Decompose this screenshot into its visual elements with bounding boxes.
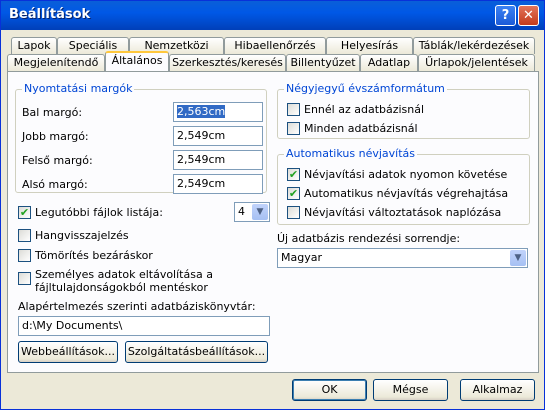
ok-button[interactable]: OK — [292, 379, 367, 401]
left-margin-label: Bal margó: — [22, 106, 83, 119]
perform-name-autocorrect-label: Automatikus névjavítás végrehajtása — [304, 187, 509, 200]
perform-name-autocorrect-checkbox[interactable]: ✔ — [287, 187, 300, 200]
recent-files-count-select[interactable]: 4 ▼ — [234, 202, 270, 222]
remove-personal-info-label-line2: fájltulajdonságokból mentéskor — [35, 281, 208, 294]
help-icon[interactable]: ? — [495, 5, 516, 26]
chevron-down-icon[interactable]: ▼ — [252, 204, 268, 220]
chevron-down-icon[interactable]: ▼ — [510, 250, 526, 266]
name-autocorrect-title: Automatikus névjavítás — [284, 147, 417, 160]
log-name-autocorrect-label: Névjavítási változtatások naplózása — [304, 206, 502, 219]
tab-panel-general: Nyomtatási margók Bal margó: 2,563cm Job… — [7, 71, 539, 373]
sort-order-value: Magyar — [281, 251, 322, 264]
tab-hibaellenorzes[interactable]: Hibaellenőrzés — [224, 37, 326, 54]
print-margins-title: Nyomtatási margók — [22, 82, 135, 95]
all-databases-checkbox[interactable] — [287, 122, 300, 135]
window-title: Beállítások — [9, 7, 91, 22]
feedback-label: Hangvisszajelzés — [35, 229, 129, 242]
recent-files-checkbox[interactable]: ✔ — [18, 206, 31, 219]
top-margin-input[interactable]: 2,549cm — [173, 150, 263, 170]
sort-order-label: Új adatbázis rendezési sorrendje: — [277, 232, 461, 245]
track-name-autocorrect-label: Névjavítási adatok nyomon követése — [304, 168, 508, 181]
web-options-button[interactable]: Webbeállítások... — [18, 341, 118, 363]
compact-on-close-checkbox[interactable] — [18, 249, 31, 262]
log-name-autocorrect-checkbox[interactable] — [287, 206, 300, 219]
tab-lapok[interactable]: Lapok — [11, 37, 57, 54]
tab-adatlap[interactable]: Adatlap — [360, 54, 418, 71]
dialog-client: Lapok Speciális Nemzetközi Hibaellenőrzé… — [1, 30, 544, 409]
track-name-autocorrect-checkbox[interactable]: ✔ — [287, 168, 300, 181]
tab-billentyuzet[interactable]: Billentyűzet — [286, 54, 360, 71]
bottom-margin-label: Alsó margó: — [22, 178, 88, 191]
remove-personal-info-checkbox[interactable] — [18, 272, 31, 285]
feedback-checkbox[interactable] — [18, 229, 31, 242]
tab-urlapok-jelentesek[interactable]: Űrlapok/jelentések — [418, 54, 535, 71]
cancel-button[interactable]: Mégse — [373, 379, 448, 401]
recent-files-label: Legutóbbi fájlok listája: — [35, 206, 163, 219]
left-margin-input[interactable]: 2,563cm — [173, 102, 263, 122]
compact-on-close-label: Tömörítés bezáráskor — [35, 249, 153, 262]
right-margin-input[interactable]: 2,549cm — [173, 126, 263, 146]
top-margin-label: Felső margó: — [22, 154, 93, 167]
options-dialog: Beállítások ? ✕ Lapok Speciális Nemzetkö… — [0, 0, 545, 410]
default-folder-input[interactable]: d:\My Documents\ — [18, 316, 270, 336]
left-margin-value: 2,563cm — [177, 105, 226, 118]
remove-personal-info-label-line1: Személyes adatok eltávolítása a — [35, 268, 213, 281]
this-database-label: Ennél az adatbázisnál — [304, 103, 425, 116]
bottom-margin-input[interactable]: 2,549cm — [173, 174, 263, 194]
default-folder-label: Alapértelmezés szerinti adatbáziskönyvtá… — [18, 300, 256, 313]
tab-tablak-lekerdezesek[interactable]: Táblák/lekérdezések — [413, 37, 535, 54]
apply-button[interactable]: Alkalmaz — [460, 379, 535, 401]
year-format-title: Négyjegyű évszámformátum — [284, 82, 447, 95]
close-icon[interactable]: ✕ — [518, 5, 539, 26]
title-bar[interactable]: Beállítások ? ✕ — [1, 1, 544, 30]
tab-szerkesztes-kereses[interactable]: Szerkesztés/keresés — [169, 54, 286, 71]
all-databases-label: Minden adatbázisnál — [304, 122, 418, 135]
tab-megjelenitendo[interactable]: Megjelenítendő — [7, 54, 105, 71]
this-database-checkbox[interactable] — [287, 103, 300, 116]
service-options-button[interactable]: Szolgáltatásbeállítások... — [125, 341, 268, 363]
sort-order-select[interactable]: Magyar ▼ — [277, 248, 528, 268]
tab-altalanos[interactable]: Általános — [105, 51, 169, 71]
right-margin-label: Jobb margó: — [22, 130, 89, 143]
tab-helyesiras[interactable]: Helyesírás — [326, 37, 413, 54]
recent-files-count-value: 4 — [238, 205, 245, 218]
